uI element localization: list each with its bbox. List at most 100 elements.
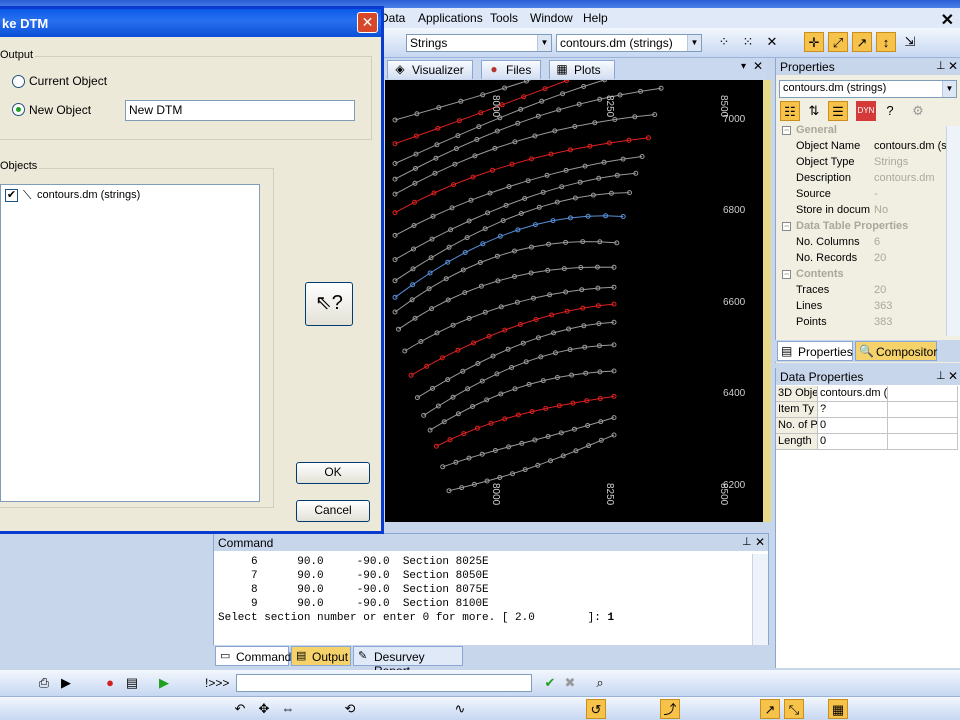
property-row[interactable]: Description contours.dm (780, 172, 950, 188)
menu-window[interactable]: Window (530, 11, 573, 25)
collapse-icon[interactable]: − (782, 126, 791, 135)
pick-object-button[interactable]: ⇖? (305, 282, 353, 326)
tool-icon[interactable]: ▶ (56, 673, 76, 693)
new-object-name-field[interactable]: New DTM (125, 100, 355, 121)
points-select-icon[interactable]: ⁙ (738, 32, 758, 52)
properties-scrollbar[interactable] (946, 126, 960, 336)
search-icon[interactable]: ⌕ (590, 673, 610, 693)
tab-compositor[interactable]: 🔍 Compositor (855, 341, 937, 361)
object-checkbox[interactable]: ✔ (5, 189, 18, 202)
dropdown-icon[interactable]: ▾ (741, 61, 746, 72)
tab-plots[interactable]: ▦ Plots (549, 60, 615, 79)
contour-line[interactable] (394, 241, 617, 313)
pin-icon[interactable]: ⊥ (936, 369, 946, 382)
property-row[interactable]: Store in docum No (780, 204, 950, 220)
new-object-radio[interactable] (12, 103, 25, 116)
contour-line[interactable] (394, 87, 662, 180)
contour-line[interactable] (398, 266, 615, 330)
contour-line[interactable] (404, 286, 615, 352)
ok-button[interactable]: OK (296, 462, 370, 484)
record-icon[interactable]: ● (100, 673, 120, 693)
points-icon[interactable]: ⁘ (714, 32, 734, 52)
property-row[interactable]: Object Type Strings (780, 156, 950, 172)
tab-output[interactable]: ▤ Output (291, 646, 351, 666)
cancel-icon[interactable]: ✖ (560, 673, 580, 693)
contour-line[interactable] (436, 395, 615, 447)
tab-properties[interactable]: ▤ Properties (777, 341, 853, 361)
cancel-button[interactable]: Cancel (296, 500, 370, 522)
menu-help[interactable]: Help (583, 11, 608, 25)
grid-tool-icon[interactable]: ▦ (828, 699, 848, 719)
contour-line[interactable] (394, 137, 649, 214)
close-icon[interactable]: ✕ (948, 59, 958, 73)
list-icon[interactable]: ☰ (828, 101, 848, 121)
insert-point-icon[interactable]: ⇲ (900, 32, 920, 52)
object-list-item[interactable]: contours.dm (strings) (37, 189, 140, 201)
contour-line[interactable] (423, 344, 615, 416)
string-tool-icon[interactable]: ⤡ (784, 699, 804, 719)
tab-command[interactable]: ▭ Command (215, 646, 291, 666)
pan-icon[interactable]: ✥ (254, 699, 274, 719)
contour-line[interactable] (394, 156, 643, 236)
layer-type-combo[interactable]: Strings ▼ (406, 34, 552, 52)
tool-icon[interactable]: ⎙ (34, 673, 54, 693)
query-icon[interactable]: ? (880, 101, 900, 121)
properties-object-combo[interactable]: contours.dm (strings) ▼ (779, 80, 957, 98)
contour-line[interactable] (442, 417, 615, 468)
property-row[interactable]: Lines 363 (780, 300, 950, 316)
close-icon[interactable]: ✕ (755, 535, 765, 549)
run-icon[interactable]: ▶ (154, 673, 174, 693)
string-tool-icon[interactable]: ↺ (586, 699, 606, 719)
chevron-down-icon[interactable]: ▼ (942, 81, 956, 97)
collapse-icon[interactable]: − (782, 222, 791, 231)
close-icon[interactable]: ✕ (357, 12, 378, 33)
tool-icon[interactable]: ▤ (122, 673, 142, 693)
rotate-icon[interactable]: ⟲ (340, 699, 360, 719)
property-row[interactable]: Source - (780, 188, 950, 204)
property-row[interactable]: Object Name contours.dm (st (780, 140, 950, 156)
current-object-radio[interactable] (12, 75, 25, 88)
move-icon[interactable]: ⇔ (278, 699, 298, 719)
select-point-icon[interactable]: ✛ (804, 32, 824, 52)
visualizer-viewport[interactable]: 8000 8250 8500 8000 8250 8500 7000 6800 … (385, 23, 763, 522)
chevron-down-icon[interactable]: ▼ (537, 35, 551, 51)
move-string-icon[interactable]: ↗ (852, 32, 872, 52)
pin-icon[interactable]: ⊥ (742, 535, 752, 548)
menu-tools[interactable]: Tools (490, 11, 518, 25)
tab-files[interactable]: ● Files (481, 60, 541, 79)
chevron-down-icon[interactable]: ▼ (687, 35, 701, 51)
tab-desurvey-report[interactable]: ✎ Desurvey Report (353, 646, 463, 678)
contour-line[interactable] (417, 321, 615, 399)
property-row[interactable]: No. Records 20 (780, 252, 950, 268)
property-category[interactable]: − Data Table Properties (780, 220, 950, 236)
property-category[interactable]: − Contents (780, 268, 950, 284)
property-row[interactable]: No. Columns 6 (780, 236, 950, 252)
check-icon[interactable]: ✔ (540, 673, 560, 693)
string-tool-icon[interactable]: ↗ (760, 699, 780, 719)
undo-icon[interactable]: ↶ (230, 699, 250, 719)
command-scrollbar[interactable] (752, 554, 768, 657)
contour-line[interactable] (410, 303, 615, 376)
categorized-icon[interactable]: ☷ (780, 101, 800, 121)
points-remove-icon[interactable]: ✕ (762, 32, 782, 52)
tab-visualizer[interactable]: ◈ Visualizer (387, 60, 473, 79)
property-row[interactable]: Points 383 (780, 316, 950, 332)
sort-alpha-icon[interactable]: ⇅ (804, 101, 824, 121)
string-tool-icon[interactable]: ⤴ (660, 699, 680, 719)
menu-applications[interactable]: Applications (418, 11, 483, 25)
edit-string-icon[interactable]: ⤢ (828, 32, 848, 52)
dynamic-icon[interactable]: DYN (856, 101, 876, 121)
app-close-icon[interactable]: ✕ (941, 10, 954, 30)
command-input[interactable] (236, 674, 532, 692)
object-combo[interactable]: contours.dm (strings) ▼ (556, 34, 702, 52)
close-icon[interactable]: ✕ (948, 369, 958, 383)
collapse-icon[interactable]: − (782, 270, 791, 279)
property-row[interactable]: Traces 20 (780, 284, 950, 300)
close-icon[interactable]: ✕ (753, 59, 763, 73)
settings-icon[interactable]: ⚙ (908, 101, 928, 121)
curve-icon[interactable]: ∿ (450, 699, 470, 719)
contour-line[interactable] (394, 62, 668, 164)
property-category[interactable]: − General (780, 124, 950, 140)
pin-icon[interactable]: ⊥ (936, 59, 946, 72)
extend-string-icon[interactable]: ↕ (876, 32, 896, 52)
